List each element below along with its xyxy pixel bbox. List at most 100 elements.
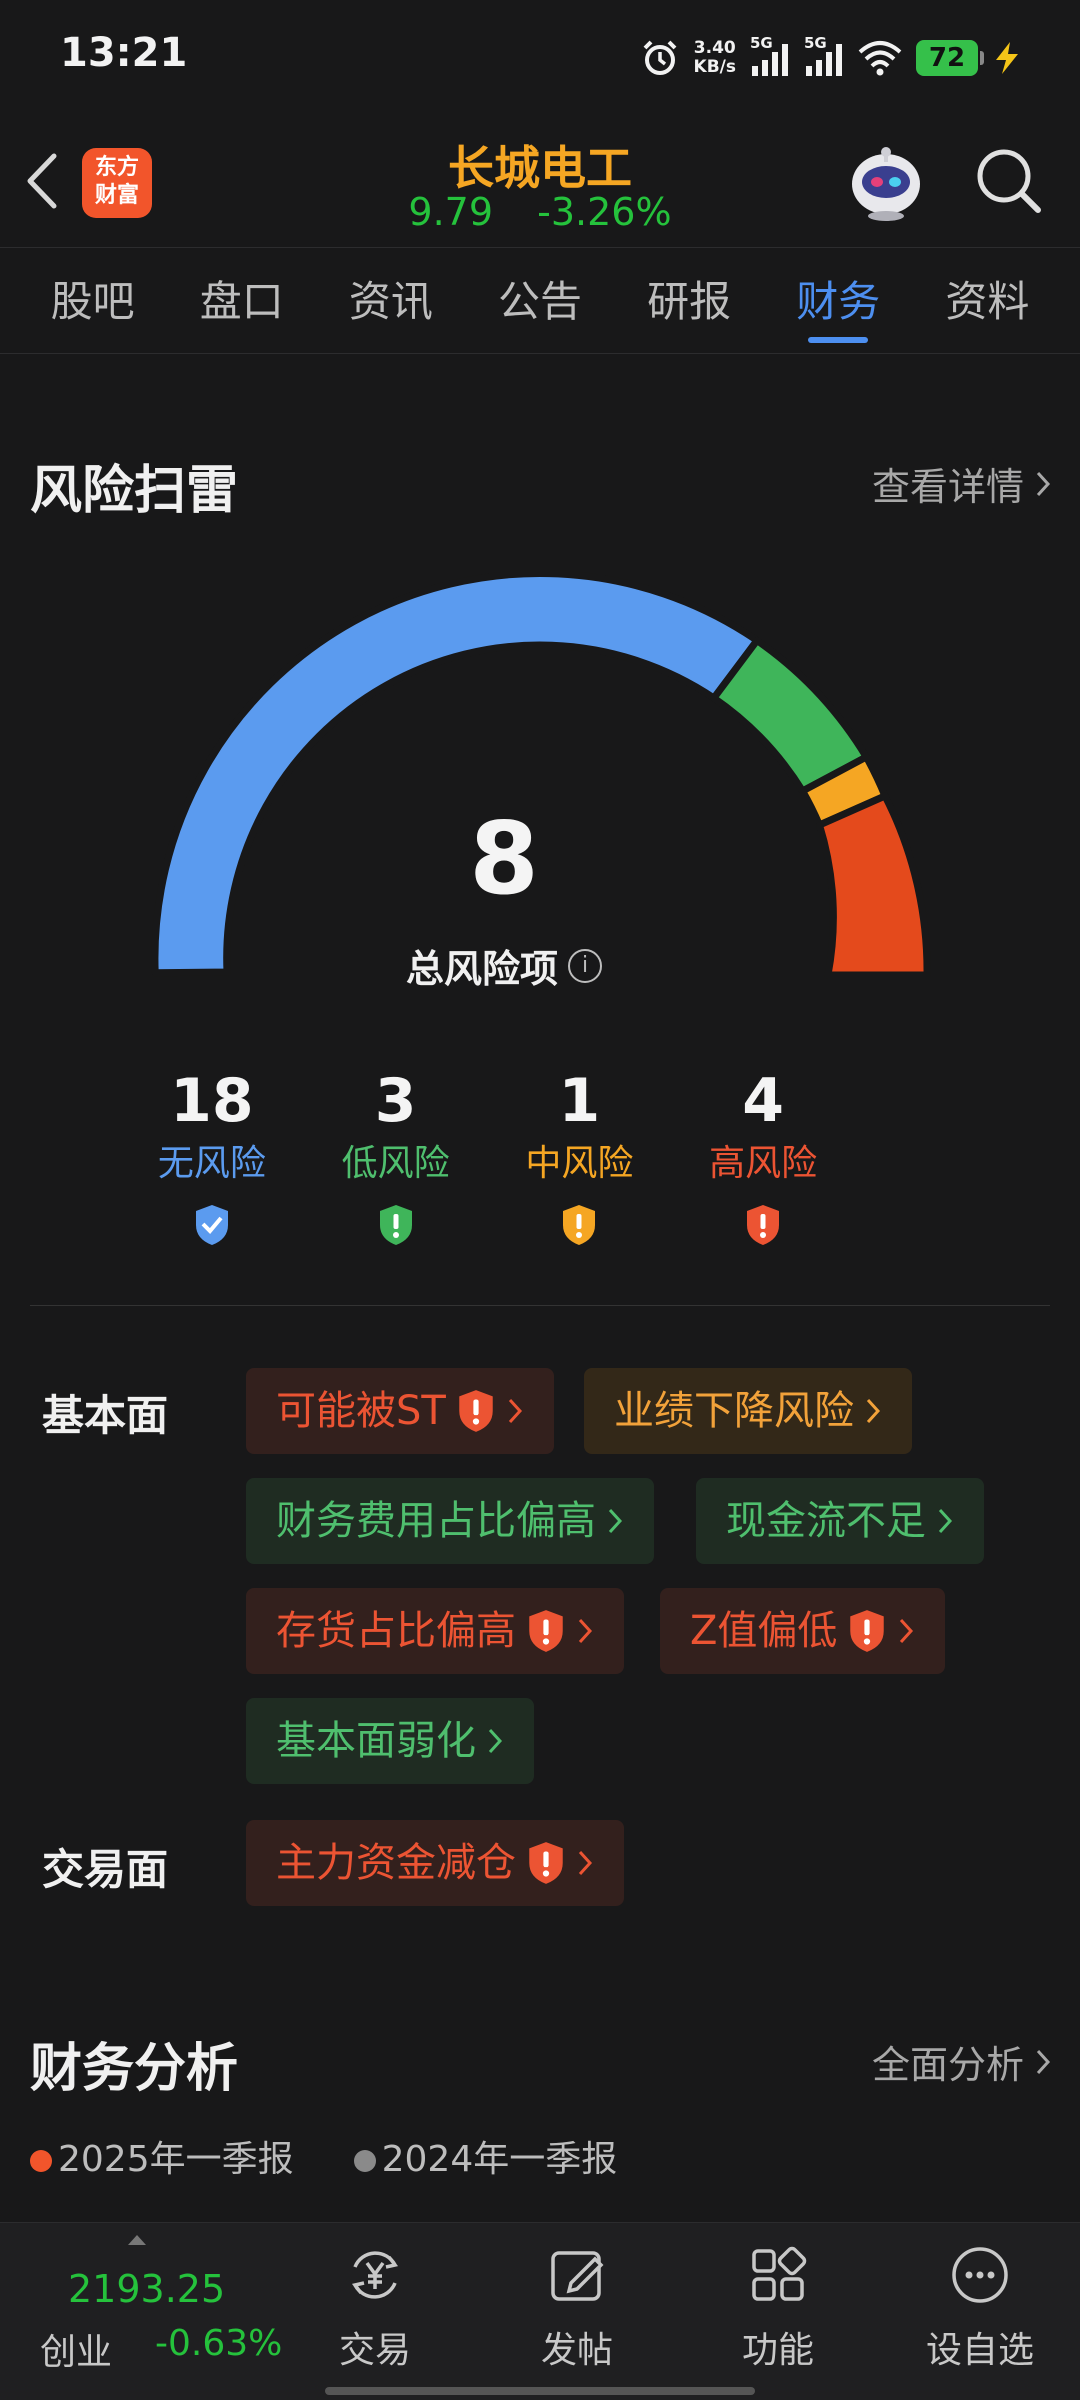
home-indicator[interactable]	[325, 2387, 755, 2395]
trade-button[interactable]: 交易	[305, 2243, 445, 2373]
signal-icon: 5G	[750, 34, 790, 78]
row-label-fundamentals: 基本面	[42, 1391, 169, 1440]
stock-header: 东方 财富 长城电工 9.79 -3.26%	[0, 120, 1080, 248]
compose-icon	[551, 2251, 604, 2301]
chevron-right-icon	[578, 1618, 593, 1644]
risk-chip-cashflow[interactable]: 现金流不足	[696, 1478, 984, 1564]
net-speed: 3.40 KB/s	[694, 39, 736, 77]
chevron-right-icon	[1036, 2049, 1051, 2074]
info-icon[interactable]: i	[568, 948, 602, 983]
tab-announcements[interactable]: 公告	[490, 250, 590, 353]
chevron-right-icon	[866, 1398, 881, 1424]
count-none[interactable]: 18 无风险	[120, 1065, 304, 1251]
apps-grid-icon	[752, 2246, 807, 2301]
risk-chip-z-score[interactable]: Z值偏低	[660, 1588, 946, 1674]
search-icon[interactable]	[972, 144, 1044, 216]
risk-chip-capital-outflow[interactable]: 主力资金减仓	[246, 1820, 624, 1906]
risk-counts: 18 无风险 3 低风险 1 中风险 4 高风险	[120, 1065, 855, 1251]
total-risk-label: 总风险项	[405, 947, 558, 991]
functions-label: 功能	[741, 2330, 814, 2371]
count-none-label: 无风险	[157, 1143, 266, 1184]
stock-finance-page: 13:21 3.40 KB/s 5G 5G 72 东方 财富 长城电工 9.79…	[0, 0, 1080, 2400]
total-risk-label-row: 总风险项 i	[0, 938, 1008, 993]
legend-dot	[353, 2150, 376, 2172]
legend-label: 2024年一季报	[381, 2139, 618, 2180]
shield-alert-icon	[850, 1610, 885, 1652]
shield-alert-icon	[459, 1390, 493, 1432]
alarm-icon	[643, 40, 676, 75]
legend-current[interactable]: 2025年一季报	[30, 2130, 294, 2182]
chip-label: Z值偏低	[690, 1608, 838, 1654]
risk-detail-label: 查看详情	[871, 465, 1024, 509]
trade-label: 交易	[338, 2330, 411, 2371]
chip-label: 业绩下降风险	[614, 1388, 854, 1434]
more-dots-icon	[952, 2247, 1008, 2303]
tab-profile[interactable]: 资料	[937, 250, 1037, 353]
chevron-right-icon	[608, 1508, 623, 1534]
total-risk-count: 8	[469, 800, 539, 917]
stock-tabs: 股吧 盘口 资讯 公告 研报 财务 资料	[0, 250, 1080, 354]
risk-chip-earnings-decline[interactable]: 业绩下降风险	[584, 1368, 912, 1454]
full-analysis-link[interactable]: 全面分析	[872, 2034, 1052, 2089]
shield-alert-orange-icon	[563, 1205, 596, 1245]
count-high-label: 高风险	[709, 1143, 818, 1184]
net-speed-value: 3.40	[693, 38, 736, 58]
tab-finance[interactable]: 财务	[788, 250, 888, 353]
count-mid[interactable]: 1 中风险	[488, 1065, 672, 1251]
count-low[interactable]: 3 低风险	[304, 1065, 488, 1251]
battery-icon: 72	[916, 40, 984, 76]
status-icons: 3.40 KB/s 5G 5G 72	[640, 34, 1022, 82]
trade-yen-icon	[351, 2251, 399, 2299]
signal-icon-2: 5G	[804, 34, 844, 78]
chevron-right-icon	[578, 1850, 593, 1876]
chevron-right-icon	[1036, 471, 1051, 496]
chip-label: 基本面弱化	[276, 1718, 476, 1764]
risk-chip-finance-cost[interactable]: 财务费用占比偏高	[246, 1478, 654, 1564]
caret-up-icon	[128, 2235, 146, 2245]
net-speed-unit: KB/s	[693, 57, 736, 77]
chevron-right-icon	[938, 1508, 953, 1534]
count-mid-value: 1	[558, 1066, 601, 1136]
chevron-right-icon	[900, 1618, 914, 1644]
count-low-value: 3	[374, 1066, 417, 1136]
wifi-icon	[858, 41, 902, 76]
risk-chip-st[interactable]: 可能被ST	[246, 1368, 554, 1454]
status-time: 13:21	[60, 30, 188, 76]
charging-icon	[996, 42, 1018, 74]
chip-label: 财务费用占比偏高	[276, 1498, 596, 1544]
tab-guba[interactable]: 股吧	[43, 250, 143, 353]
shield-alert-red-icon	[747, 1205, 780, 1245]
assistant-robot-icon[interactable]	[845, 140, 927, 222]
section-divider	[30, 1305, 1050, 1306]
tab-pankou[interactable]: 盘口	[192, 250, 292, 353]
post-button[interactable]: 发帖	[507, 2243, 647, 2373]
index-value: 2193.25	[68, 2267, 226, 2311]
risk-chip-inventory[interactable]: 存货占比偏高	[246, 1588, 624, 1674]
functions-button[interactable]: 功能	[708, 2243, 848, 2373]
risk-chip-fundamentals-weak[interactable]: 基本面弱化	[246, 1698, 534, 1784]
legend-previous[interactable]: 2024年一季报	[353, 2130, 618, 2182]
count-none-value: 18	[170, 1066, 254, 1136]
bottom-bar: 2193.25 创业 -0.63% 交易 发帖 功能 设自选	[0, 2222, 1080, 2400]
count-mid-label: 中风险	[525, 1143, 634, 1184]
count-high[interactable]: 4 高风险	[671, 1065, 855, 1251]
chevron-right-icon	[488, 1728, 503, 1754]
shield-check-icon	[195, 1205, 228, 1245]
legend-dot	[30, 2150, 52, 2172]
report-legend: 2025年一季报 2024年一季报	[30, 2130, 617, 2182]
chip-label: 存货占比偏高	[276, 1608, 516, 1654]
tab-research[interactable]: 研报	[639, 250, 739, 353]
shield-alert-green-icon	[379, 1205, 412, 1245]
full-analysis-label: 全面分析	[871, 2043, 1024, 2087]
stock-change-pct: -3.26%	[537, 190, 672, 234]
count-high-value: 4	[742, 1066, 784, 1136]
chip-label: 主力资金减仓	[276, 1840, 516, 1886]
post-label: 发帖	[540, 2330, 613, 2371]
add-watchlist-button[interactable]: 设自选	[910, 2243, 1050, 2373]
risk-detail-link[interactable]: 查看详情	[872, 456, 1052, 511]
tab-news[interactable]: 资讯	[341, 250, 441, 353]
shield-alert-icon	[529, 1610, 563, 1652]
financial-analysis-title: 财务分析	[30, 2039, 239, 2099]
count-low-label: 低风险	[341, 1143, 450, 1184]
row-label-trading: 交易面	[42, 1845, 169, 1894]
